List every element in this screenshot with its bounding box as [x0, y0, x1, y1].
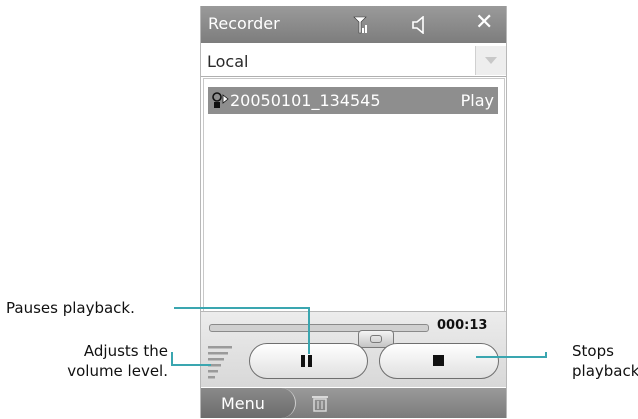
- title-bar: Recorder ✕: [201, 6, 506, 43]
- volume-callout: Adjusts the volume level.: [67, 341, 168, 381]
- playback-controls: 000:13: [201, 311, 506, 387]
- trash-icon[interactable]: [311, 394, 329, 412]
- stop-button[interactable]: [379, 343, 499, 379]
- stop-callout: Stops playback.: [572, 341, 638, 381]
- stop-callout-line: [476, 356, 546, 358]
- signal-antenna-icon: [353, 16, 367, 34]
- menu-label: Menu: [221, 394, 265, 413]
- phone-screen: Recorder ✕ Local 20050101_134545 Play 00…: [200, 6, 507, 418]
- recordings-list: 20050101_134545 Play: [203, 78, 505, 320]
- speaker-icon[interactable]: [411, 16, 429, 34]
- pause-callout-text: Pauses playback.: [6, 299, 135, 317]
- location-dropdown[interactable]: Local: [201, 46, 506, 77]
- pause-callout-line-vertical: [308, 307, 310, 354]
- elapsed-time: 000:13: [437, 318, 488, 333]
- stop-callout-line-vertical: [545, 352, 547, 358]
- voice-recording-icon: [212, 92, 229, 108]
- location-value: Local: [207, 52, 249, 71]
- stop-callout-line1: Stops: [572, 342, 614, 360]
- recording-name: 20050101_134545: [230, 91, 381, 110]
- volume-callout-line1: Adjusts the: [83, 342, 168, 360]
- dropdown-arrow-button[interactable]: [475, 46, 506, 75]
- pause-icon: [301, 355, 315, 367]
- progress-slider[interactable]: [209, 324, 429, 348]
- volume-callout-line-horizontal: [171, 364, 211, 366]
- volume-bars-icon[interactable]: [208, 344, 234, 382]
- pause-callout-line: [174, 307, 309, 309]
- window-title: Recorder: [208, 14, 280, 33]
- softkey-bar: Menu: [201, 388, 506, 418]
- list-item[interactable]: 20050101_134545 Play: [208, 87, 498, 114]
- volume-callout-line2: volume level.: [67, 362, 168, 380]
- stop-icon: [433, 355, 444, 366]
- close-icon[interactable]: ✕: [475, 12, 493, 34]
- pause-callout: Pauses playback.: [6, 298, 135, 318]
- play-label[interactable]: Play: [461, 91, 494, 110]
- chevron-down-icon: [485, 57, 497, 64]
- menu-softkey[interactable]: Menu: [201, 388, 296, 418]
- stop-callout-line2: playback.: [572, 362, 638, 380]
